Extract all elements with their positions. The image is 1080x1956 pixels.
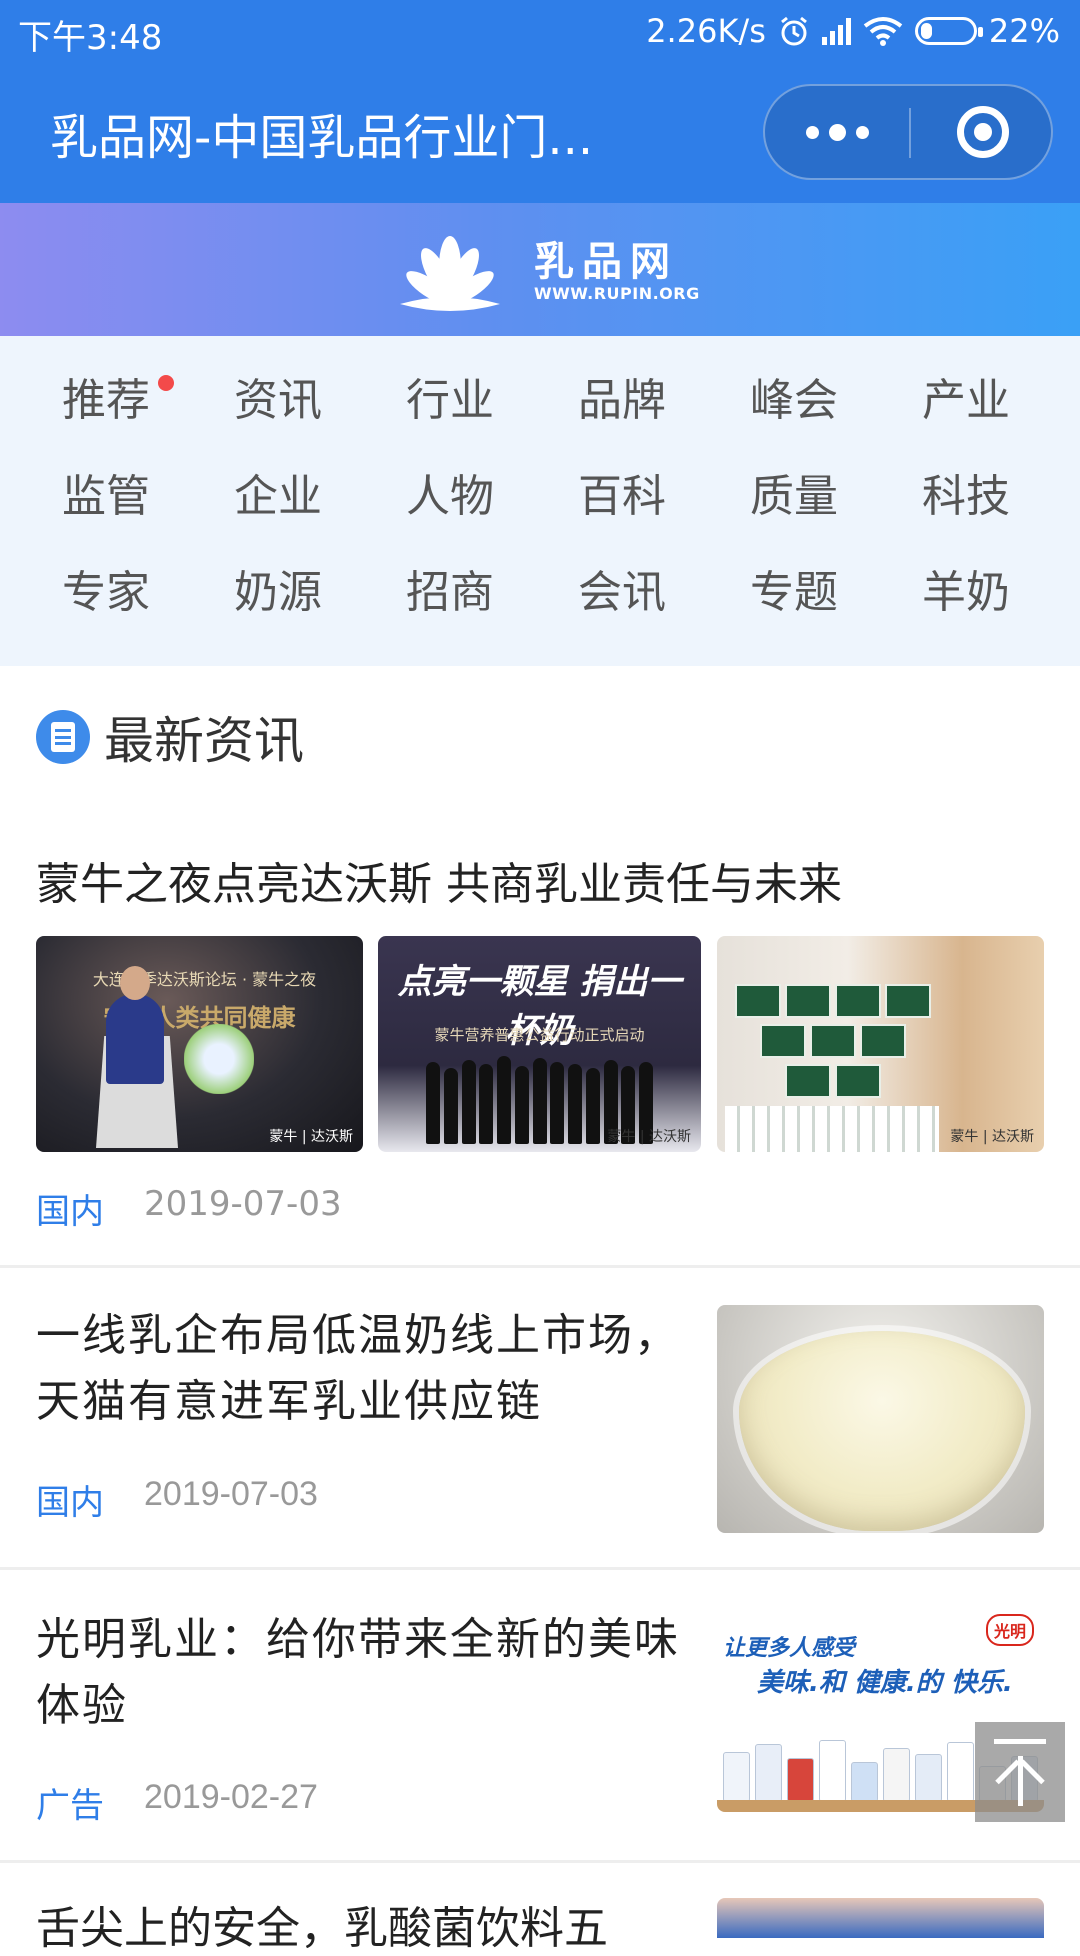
category-label: 行业 bbox=[406, 375, 494, 426]
category-label: 推荐 bbox=[62, 375, 150, 426]
category-grid: 推荐 资讯 行业 品牌 峰会 产业监管 企业 人物 百科 质量 科技专家 奶源 招商 会讯 专题 羊奶 bbox=[0, 336, 1080, 666]
category-item[interactable]: 行业 bbox=[364, 361, 536, 441]
thumbnail-watermark: 蒙牛 | 达沃斯 bbox=[950, 1129, 1034, 1145]
thumbnail-caption: 大连夏季达沃斯论坛 · 蒙牛之夜 bbox=[92, 970, 317, 989]
category-label: 招商 bbox=[406, 567, 494, 618]
category-label: 质量 bbox=[750, 471, 838, 522]
category-item[interactable]: 质量 bbox=[708, 457, 880, 537]
notification-dot bbox=[158, 375, 174, 391]
news-title[interactable]: 光明乳业：给你带来全新的美味体验 bbox=[36, 1607, 686, 1739]
wifi-icon bbox=[863, 17, 903, 46]
alarm-icon bbox=[780, 16, 807, 46]
category-label: 会讯 bbox=[578, 567, 666, 618]
miniprogram-capsule bbox=[763, 84, 1053, 180]
category-item[interactable]: 羊奶 bbox=[880, 553, 1052, 633]
divider bbox=[0, 1567, 1080, 1570]
news-thumbnail-stage[interactable]: 大连夏季达沃斯论坛 · 蒙牛之夜 守护人类共同健康 蒙牛 | 达沃斯 bbox=[36, 936, 363, 1152]
news-date: 2019-02-27 bbox=[144, 1778, 318, 1816]
news-title[interactable]: 蒙牛之夜点亮达沃斯 共商乳业责任与未来 bbox=[36, 848, 842, 912]
news-tag[interactable]: 广告 bbox=[36, 1778, 104, 1827]
category-label: 羊奶 bbox=[922, 567, 1010, 618]
news-thumbnail-products[interactable]: 蒙牛 | 达沃斯 bbox=[717, 936, 1044, 1152]
lotus-logo-icon bbox=[400, 236, 500, 311]
category-label: 监管 bbox=[62, 471, 150, 522]
status-time: 下午3:48 bbox=[18, 18, 163, 58]
thumbnail-subtitle: 蒙牛营养普惠公益行动正式启动 bbox=[434, 1026, 645, 1044]
signal-icon bbox=[821, 17, 851, 45]
news-thumbnail-group[interactable]: 点亮一颗星 捐出一杯奶 蒙牛营养普惠公益行动正式启动 蒙牛 | 达沃斯 bbox=[378, 936, 701, 1152]
news-title[interactable]: 一线乳企布局低温奶线上市场，天猫有意进军乳业供应链 bbox=[36, 1303, 686, 1435]
divider bbox=[0, 1265, 1080, 1268]
category-label: 专题 bbox=[750, 567, 838, 618]
category-label: 百科 bbox=[578, 471, 666, 522]
category-item[interactable]: 产业 bbox=[880, 361, 1052, 441]
section-title: 最新资讯 bbox=[104, 712, 304, 770]
news-date: 2019-07-03 bbox=[144, 1475, 318, 1513]
category-label: 产业 bbox=[922, 375, 1010, 426]
brand-name: 乳品网 bbox=[534, 238, 678, 285]
category-item[interactable]: 专家 bbox=[20, 553, 192, 633]
logo[interactable]: 乳品网 WWW.RUPIN.ORG bbox=[380, 221, 700, 321]
news-tag[interactable]: 国内 bbox=[36, 1475, 104, 1524]
category-item[interactable]: 专题 bbox=[708, 553, 880, 633]
category-item[interactable]: 企业 bbox=[192, 457, 364, 537]
category-label: 峰会 bbox=[750, 375, 838, 426]
news-title[interactable]: 舌尖上的安全，乳酸菌饮料五 bbox=[36, 1892, 608, 1956]
category-item[interactable]: 人物 bbox=[364, 457, 536, 537]
category-label: 品牌 bbox=[578, 375, 666, 426]
battery-percent: 22% bbox=[988, 12, 1060, 50]
divider bbox=[0, 1860, 1080, 1863]
status-bar: 下午3:48 2.26K/s 22% bbox=[0, 0, 1080, 62]
brand-banner: 乳品网 WWW.RUPIN.ORG bbox=[0, 203, 1080, 336]
category-item[interactable]: 百科 bbox=[536, 457, 708, 537]
category-item[interactable]: 招商 bbox=[364, 553, 536, 633]
category-item[interactable]: 推荐 bbox=[20, 361, 192, 441]
status-right: 2.26K/s 22% bbox=[646, 10, 1060, 52]
category-item[interactable]: 监管 bbox=[20, 457, 192, 537]
news-tag[interactable]: 国内 bbox=[36, 1184, 104, 1233]
category-item[interactable]: 资讯 bbox=[192, 361, 364, 441]
category-label: 专家 bbox=[62, 567, 150, 618]
close-circle-icon[interactable] bbox=[911, 86, 1055, 178]
back-to-top-icon[interactable] bbox=[975, 1722, 1065, 1822]
network-speed: 2.26K/s bbox=[646, 12, 766, 50]
news-date: 2019-07-03 bbox=[144, 1184, 342, 1224]
category-label: 企业 bbox=[234, 471, 322, 522]
title-bar: 乳品网-中国乳品行业门... bbox=[0, 62, 1080, 203]
thumbnail-watermark: 蒙牛 | 达沃斯 bbox=[269, 1129, 353, 1145]
category-item[interactable]: 科技 bbox=[880, 457, 1052, 537]
top-bar: 下午3:48 2.26K/s 22% 乳品网-中国乳品行业门... bbox=[0, 0, 1080, 203]
category-item[interactable]: 峰会 bbox=[708, 361, 880, 441]
ad-line-2: 美味.和 健康.的 快乐. bbox=[757, 1668, 1013, 1698]
news-thumbnail-milk[interactable] bbox=[717, 1305, 1044, 1533]
category-item[interactable]: 会讯 bbox=[536, 553, 708, 633]
page-title: 乳品网-中国乳品行业门... bbox=[50, 110, 594, 166]
category-label: 奶源 bbox=[234, 567, 322, 618]
thumbnail-watermark: 蒙牛 | 达沃斯 bbox=[607, 1129, 691, 1145]
news-thumbnail[interactable] bbox=[717, 1898, 1044, 1938]
more-dots-icon[interactable] bbox=[765, 86, 909, 178]
battery-icon bbox=[914, 17, 983, 45]
ad-line-1: 让更多人感受 bbox=[723, 1636, 856, 1661]
document-icon bbox=[36, 710, 90, 764]
brand-url: WWW.RUPIN.ORG bbox=[534, 283, 700, 303]
ad-brand-badge: 光明 bbox=[985, 1614, 1034, 1646]
category-label: 科技 bbox=[922, 471, 1010, 522]
category-label: 人物 bbox=[406, 471, 494, 522]
battery-level bbox=[920, 23, 932, 39]
category-item[interactable]: 品牌 bbox=[536, 361, 708, 441]
category-label: 资讯 bbox=[234, 375, 322, 426]
category-item[interactable]: 奶源 bbox=[192, 553, 364, 633]
section-header: 最新资讯 bbox=[36, 705, 304, 770]
